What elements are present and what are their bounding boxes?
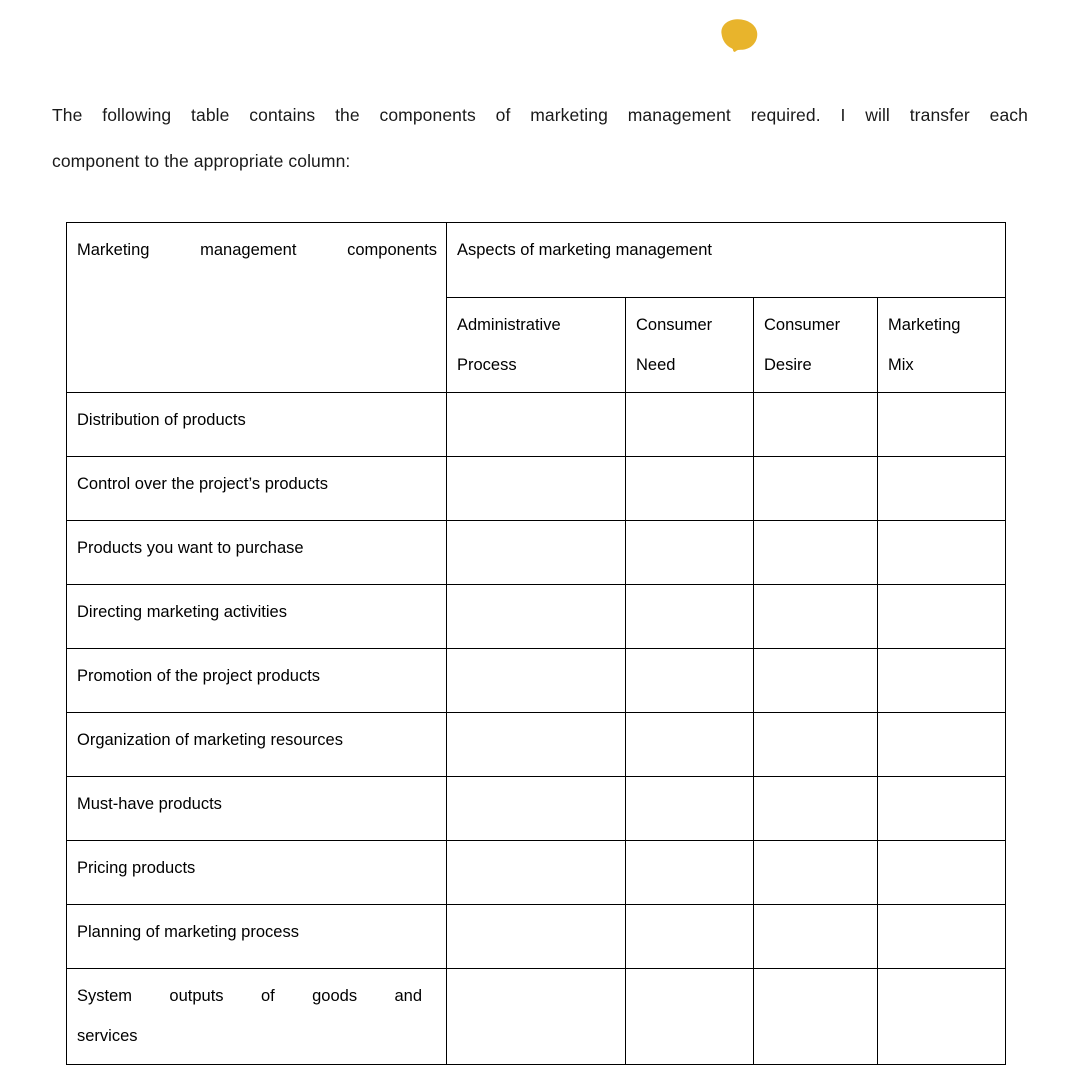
cell-4-consumer-need[interactable] <box>625 648 754 713</box>
table-row: Pricing products <box>66 840 1007 905</box>
intro-paragraph: The following table contains the compone… <box>52 92 1028 184</box>
table-row: Promotion of the project products <box>66 648 1007 713</box>
row-label-line-2: services <box>77 1027 138 1045</box>
row-label-planning-of-marketing-process: Planning of marketing process <box>66 904 447 969</box>
cell-8-consumer-need[interactable] <box>625 904 754 969</box>
cell-5-consumer-desire[interactable] <box>753 712 878 777</box>
marketing-management-table: Marketing management components Aspects … <box>66 222 1007 1065</box>
cell-8-administrative-process[interactable] <box>446 904 626 969</box>
cell-9-marketing-mix[interactable] <box>876 968 1007 1065</box>
header-aspects-group: Aspects of marketing management <box>445 222 1007 298</box>
cell-5-administrative-process[interactable] <box>446 712 626 777</box>
table-row: Control over the project’s products <box>66 456 1007 521</box>
table-header-row-group: Marketing management components Aspects … <box>66 222 1007 393</box>
cell-4-marketing-mix[interactable] <box>876 648 1007 713</box>
cell-9-consumer-desire[interactable] <box>753 968 878 1065</box>
table-row: Directing marketing activities <box>66 584 1007 649</box>
cell-8-marketing-mix[interactable] <box>876 904 1007 969</box>
cell-7-consumer-need[interactable] <box>625 840 754 905</box>
row-label-products-you-want-to-purchase: Products you want to purchase <box>66 520 447 585</box>
header-consumer-need: Consumer Need <box>625 297 754 393</box>
cell-0-consumer-desire[interactable] <box>753 392 878 457</box>
cell-3-administrative-process[interactable] <box>446 584 626 649</box>
table-row: Organization of marketing resources <box>66 712 1007 777</box>
cell-9-consumer-need[interactable] <box>625 968 754 1065</box>
cell-5-consumer-need[interactable] <box>625 712 754 777</box>
table-row: Distribution of products <box>66 392 1007 457</box>
cell-3-marketing-mix[interactable] <box>876 584 1007 649</box>
row-label-must-have-products: Must-have products <box>66 776 447 841</box>
row-label-system-outputs-of-goods-and-services: System outputs of goods and services <box>66 968 447 1065</box>
row-label-control-over-the-projects-products: Control over the project’s products <box>66 456 447 521</box>
cell-7-consumer-desire[interactable] <box>753 840 878 905</box>
cell-0-marketing-mix[interactable] <box>876 392 1007 457</box>
intro-line-1: The following table contains the compone… <box>52 105 1028 125</box>
marketing-management-table-wrapper: Marketing management components Aspects … <box>66 222 1007 1065</box>
cell-6-administrative-process[interactable] <box>446 776 626 841</box>
table-row: Planning of marketing process <box>66 904 1007 969</box>
cell-4-administrative-process[interactable] <box>446 648 626 713</box>
table-row: System outputs of goods and services <box>66 968 1007 1065</box>
cell-6-marketing-mix[interactable] <box>876 776 1007 841</box>
row-label-line-1: System outputs of goods and <box>77 987 422 1005</box>
row-label-promotion-of-the-project-products: Promotion of the project products <box>66 648 447 713</box>
header-consumer-need-line2: Need <box>636 356 676 374</box>
cell-2-consumer-need[interactable] <box>625 520 754 585</box>
header-administrative-process-line2: Process <box>457 356 517 374</box>
header-marketing-mix: Marketing Mix <box>876 297 1007 393</box>
table-row: Products you want to purchase <box>66 520 1007 585</box>
intro-line-2: component to the appropriate column: <box>52 151 351 171</box>
row-label-pricing-products: Pricing products <box>66 840 447 905</box>
cell-9-administrative-process[interactable] <box>446 968 626 1065</box>
cell-6-consumer-need[interactable] <box>625 776 754 841</box>
cell-2-marketing-mix[interactable] <box>876 520 1007 585</box>
header-marketing-mix-line2: Mix <box>888 356 914 374</box>
row-label-organization-of-marketing-resources: Organization of marketing resources <box>66 712 447 777</box>
header-consumer-desire: Consumer Desire <box>753 297 878 393</box>
cell-1-marketing-mix[interactable] <box>876 456 1007 521</box>
row-label-distribution-of-products: Distribution of products <box>66 392 447 457</box>
cell-7-administrative-process[interactable] <box>446 840 626 905</box>
header-marketing-mix-line1: Marketing <box>888 316 961 334</box>
header-administrative-process: Administrative Process <box>446 297 626 393</box>
blob-icon <box>721 19 758 52</box>
cell-3-consumer-desire[interactable] <box>753 584 878 649</box>
cell-4-consumer-desire[interactable] <box>753 648 878 713</box>
header-consumer-need-line1: Consumer <box>636 316 713 334</box>
table-row: Must-have products <box>66 776 1007 841</box>
header-components-column: Marketing management components <box>66 222 447 393</box>
cell-0-consumer-need[interactable] <box>625 392 754 457</box>
cell-7-marketing-mix[interactable] <box>876 840 1007 905</box>
cell-0-administrative-process[interactable] <box>446 392 626 457</box>
row-label-directing-marketing-activities: Directing marketing activities <box>66 584 447 649</box>
header-administrative-process-line1: Administrative <box>457 316 561 334</box>
cell-1-consumer-desire[interactable] <box>753 456 878 521</box>
cell-6-consumer-desire[interactable] <box>753 776 878 841</box>
cell-2-consumer-desire[interactable] <box>753 520 878 585</box>
cell-1-administrative-process[interactable] <box>446 456 626 521</box>
cell-3-consumer-need[interactable] <box>625 584 754 649</box>
cell-5-marketing-mix[interactable] <box>876 712 1007 777</box>
header-consumer-desire-line2: Desire <box>764 356 812 374</box>
cell-2-administrative-process[interactable] <box>446 520 626 585</box>
cell-8-consumer-desire[interactable] <box>753 904 878 969</box>
cell-1-consumer-need[interactable] <box>625 456 754 521</box>
amber-blob-decoration <box>714 16 764 56</box>
header-consumer-desire-line1: Consumer <box>764 316 841 334</box>
